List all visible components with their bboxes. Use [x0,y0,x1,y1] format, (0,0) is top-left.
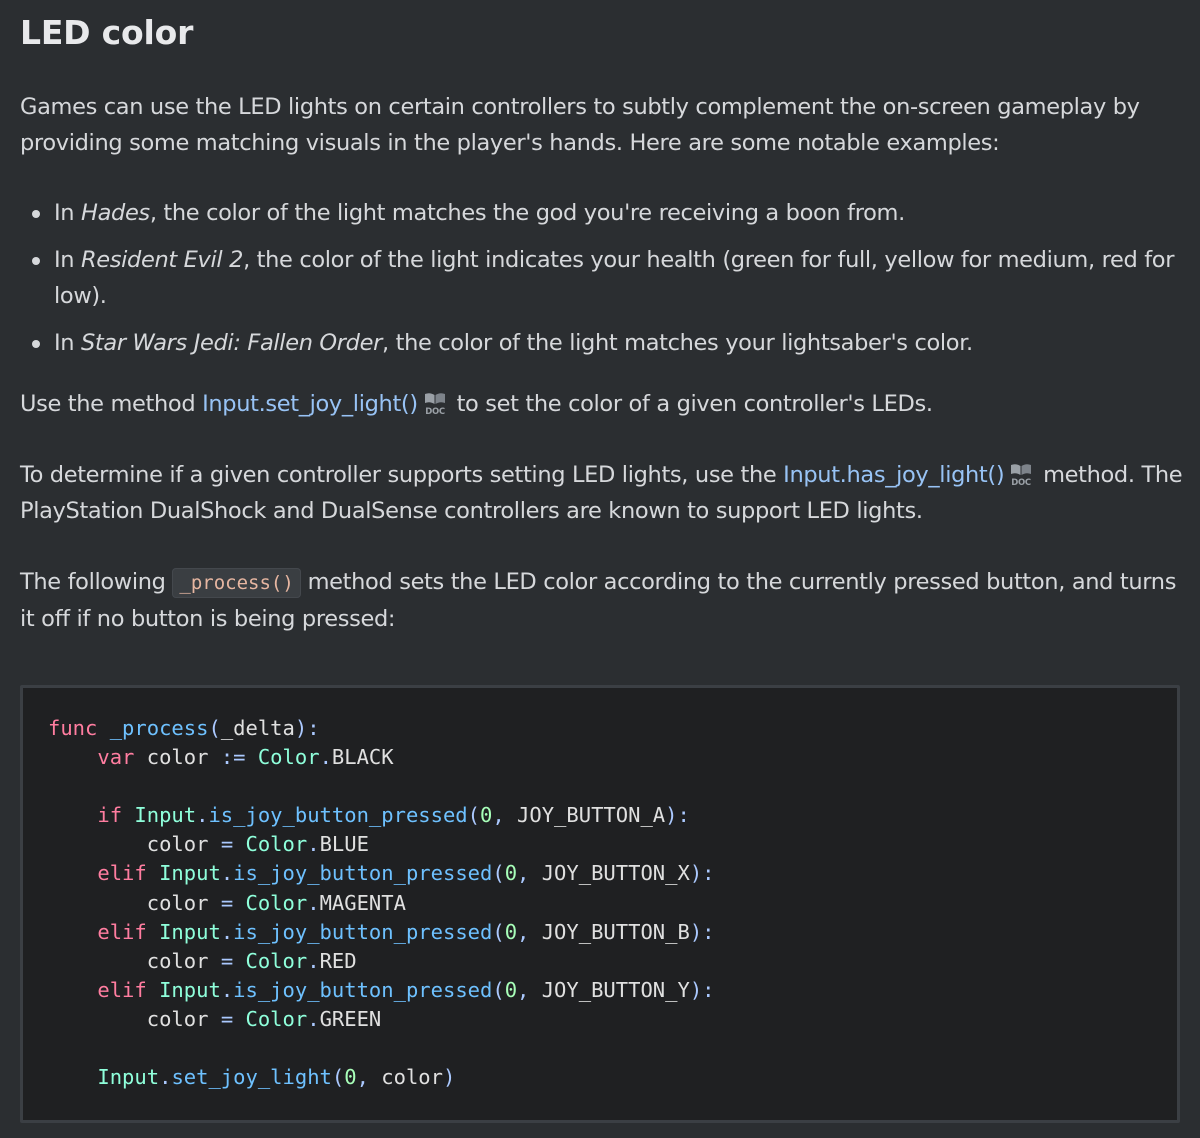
code-line: color = Color.GREEN [146,1006,382,1031]
game-title: Star Wars Jedi: Fallen Order [81,330,382,356]
example-prefix: In [54,330,81,356]
code-line: color = Color.RED [146,948,357,973]
code-listing: func _process(_delta): var color := Colo… [48,714,715,1092]
list-item: In Hades, the color of the light matches… [32,195,1188,231]
code-line: color = Color.MAGENTA [146,890,406,915]
code-line: if Input.is_joy_button_pressed(0, JOY_BU… [97,803,690,828]
intro-paragraph: Games can use the LED lights on certain … [20,94,1140,156]
code-line: Input.set_joy_light(0, color) [97,1065,456,1090]
set-joy-light-link[interactable]: Input.set_joy_light() [202,391,418,417]
example-text: , the color of the light matches the god… [149,200,905,226]
code-line: elif Input.is_joy_button_pressed(0, JOY_… [97,977,715,1002]
has-joy-light-link[interactable]: Input.has_joy_light() [783,462,1004,488]
example-text: , the color of the light matches your li… [382,330,973,356]
has-joy-light-paragraph: To determine if a given controller suppo… [20,457,1188,529]
example-prefix: In [54,247,81,273]
list-item: In Star Wars Jedi: Fallen Order, the col… [32,325,1188,361]
paragraph-text: To determine if a given controller suppo… [20,462,784,488]
paragraph-text: Use the method [20,391,203,417]
list-item: In Resident Evil 2, the color of the lig… [32,242,1188,314]
examples-list: In Hades, the color of the light matches… [20,195,1188,361]
code-block[interactable]: func _process(_delta): var color := Colo… [20,685,1180,1123]
set-joy-light-paragraph: Use the method Input.set_joy_light() DOC … [20,386,1188,422]
doc-book-icon[interactable]: DOC [422,390,448,416]
section-heading: LED color [20,13,194,52]
paragraph-text: The following [20,569,173,595]
process-paragraph: The following _process() method sets the… [20,564,1188,637]
doc-badge-label: DOC [1012,478,1032,487]
doc-book-icon[interactable]: DOC [1008,461,1034,487]
paragraph-text: to set the color of a given controller's… [449,391,933,417]
code-line: var color := Color.BLACK [97,745,394,770]
game-title: Hades [81,200,150,226]
doc-badge-label: DOC [425,407,445,416]
game-title: Resident Evil 2 [81,247,244,273]
code-line: elif Input.is_joy_button_pressed(0, JOY_… [97,861,715,886]
code-line: elif Input.is_joy_button_pressed(0, JOY_… [97,919,715,944]
inline-code: _process() [172,568,301,598]
article: LED color Games can use the LED lights o… [20,0,1188,637]
code-line: color = Color.BLUE [146,832,369,857]
code-line: func _process(_delta): [48,716,320,740]
example-prefix: In [54,200,81,226]
